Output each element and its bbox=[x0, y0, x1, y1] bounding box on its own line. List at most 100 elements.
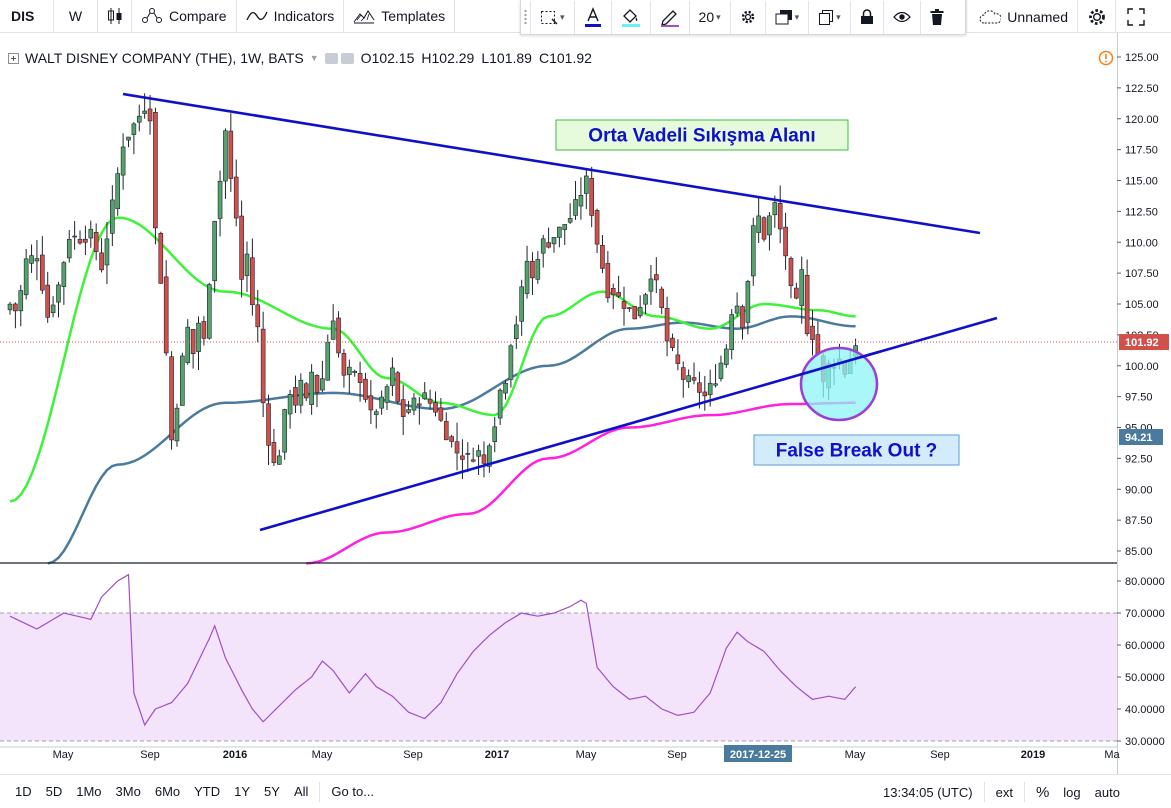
range-6mo-button[interactable]: 6Mo bbox=[148, 775, 187, 808]
chevron-down-icon: ▾ bbox=[716, 11, 721, 22]
hide-button[interactable] bbox=[884, 0, 921, 34]
ma-value-label: 94.21 bbox=[1125, 432, 1153, 444]
divider bbox=[1023, 782, 1025, 802]
candle bbox=[686, 375, 691, 383]
text-color-button[interactable] bbox=[575, 0, 612, 34]
range-1mo-button[interactable]: 1Mo bbox=[69, 775, 108, 808]
indicators-button[interactable]: Indicators bbox=[237, 0, 345, 33]
symbol-search-button[interactable]: DIS bbox=[0, 0, 54, 33]
ext-toggle[interactable]: ext bbox=[989, 775, 1020, 808]
candle bbox=[670, 337, 675, 348]
candle bbox=[589, 178, 594, 216]
compare-label: Compare bbox=[169, 8, 227, 24]
candle bbox=[153, 112, 158, 229]
lower-annotation-box[interactable]: False Break Out ? bbox=[753, 434, 960, 466]
candle bbox=[567, 218, 573, 223]
candle bbox=[433, 402, 438, 413]
templates-button[interactable]: Templates bbox=[344, 0, 456, 33]
candle bbox=[61, 262, 67, 287]
candle bbox=[287, 394, 293, 415]
range-buttons: 1D 5D 1Mo 3Mo 6Mo YTD 1Y 5Y All Go to... bbox=[0, 775, 381, 808]
templates-label: Templates bbox=[381, 8, 446, 24]
chart-style-button[interactable] bbox=[98, 0, 132, 33]
candle bbox=[799, 269, 805, 306]
rsi-tick-label: 70.0000 bbox=[1125, 608, 1165, 620]
layers-icon bbox=[775, 10, 792, 25]
candles-icon bbox=[108, 8, 122, 24]
templates-icon bbox=[353, 10, 375, 24]
toolbar-drag-handle[interactable] bbox=[521, 0, 531, 34]
fullscreen-button[interactable] bbox=[1116, 0, 1156, 33]
clock[interactable]: 13:34:05 (UTC) bbox=[876, 775, 980, 808]
legend-collapse-toggle[interactable] bbox=[8, 52, 19, 64]
candle bbox=[18, 290, 24, 312]
price-tick-label: 90.00 bbox=[1125, 484, 1153, 496]
line-width-button[interactable]: 20 ▾ bbox=[690, 0, 731, 34]
layout-name-label: Unnamed bbox=[1007, 8, 1068, 25]
close-key: C bbox=[538, 50, 550, 66]
price-tick-label: 125.00 bbox=[1125, 52, 1159, 64]
trendline-upper[interactable] bbox=[122, 92, 981, 235]
upper-annotation-box[interactable]: Orta Vadeli Sıkışma Alanı bbox=[555, 119, 849, 151]
auto-toggle[interactable]: auto bbox=[1088, 775, 1127, 808]
candle bbox=[691, 377, 697, 381]
candle bbox=[50, 304, 56, 314]
candle bbox=[357, 373, 363, 383]
chart-legend: WALT DISNEY COMPANY (THE), 1W, BATS ▼ O1… bbox=[8, 50, 599, 66]
open-key: O bbox=[360, 50, 372, 66]
ellipse-drawing[interactable] bbox=[799, 346, 879, 422]
candle bbox=[276, 455, 282, 465]
symbol-label: DIS bbox=[11, 8, 35, 24]
chart-canvas[interactable]: Orta Vadeli Sıkışma Alanı False Break Out… bbox=[0, 33, 1171, 774]
candle bbox=[476, 450, 481, 457]
range-5d-button[interactable]: 5D bbox=[39, 775, 70, 808]
delete-button[interactable] bbox=[921, 1, 953, 34]
candle bbox=[212, 221, 217, 282]
clone-button[interactable]: ▾ bbox=[809, 0, 851, 34]
chart-settings-button[interactable] bbox=[1078, 0, 1116, 33]
log-toggle[interactable]: log bbox=[1056, 775, 1087, 808]
settings-button[interactable] bbox=[731, 0, 766, 34]
candle bbox=[88, 228, 94, 239]
range-1d-button[interactable]: 1D bbox=[8, 775, 39, 808]
candle bbox=[255, 304, 261, 328]
clone-icon bbox=[819, 10, 834, 25]
range-1y-button[interactable]: 1Y bbox=[227, 775, 257, 808]
selection-tool-button[interactable]: ▾ bbox=[531, 0, 575, 34]
candle bbox=[120, 146, 126, 176]
percent-toggle[interactable]: % bbox=[1029, 775, 1056, 808]
rsi-tick-label: 40.0000 bbox=[1125, 704, 1165, 716]
visual-order-button[interactable]: ▾ bbox=[766, 0, 810, 34]
price-tick-label: 105.00 bbox=[1125, 299, 1159, 311]
candle bbox=[180, 355, 185, 406]
visibility-icon[interactable] bbox=[324, 52, 338, 64]
time-tick-label: May bbox=[53, 749, 74, 761]
time-tick-label: Ma bbox=[1104, 749, 1120, 761]
candle bbox=[594, 210, 600, 245]
trendline-lower[interactable] bbox=[259, 316, 998, 532]
candle bbox=[282, 409, 287, 453]
candle bbox=[330, 320, 336, 340]
chevron-down-icon[interactable]: ▼ bbox=[310, 53, 319, 63]
range-ytd-button[interactable]: YTD bbox=[187, 775, 227, 808]
fill-color-button[interactable] bbox=[612, 0, 651, 34]
chevron-down-icon: ▾ bbox=[836, 11, 841, 22]
candle bbox=[34, 258, 40, 262]
candle bbox=[228, 130, 234, 179]
candle bbox=[605, 263, 611, 299]
compare-button[interactable]: Compare bbox=[132, 0, 237, 33]
candle bbox=[702, 391, 708, 397]
toolbar-right: Unnamed bbox=[966, 0, 1156, 33]
settings-icon[interactable] bbox=[340, 52, 354, 64]
candle bbox=[325, 341, 331, 381]
range-all-button[interactable]: All bbox=[287, 775, 315, 808]
line-color-button[interactable] bbox=[651, 0, 690, 34]
layout-name-button[interactable]: Unnamed bbox=[966, 0, 1078, 33]
range-3mo-button[interactable]: 3Mo bbox=[109, 775, 148, 808]
interval-button[interactable]: W bbox=[54, 0, 98, 33]
goto-button[interactable]: Go to... bbox=[324, 775, 381, 808]
lock-button[interactable] bbox=[851, 0, 884, 34]
rsi-band bbox=[0, 613, 1117, 741]
range-5y-button[interactable]: 5Y bbox=[257, 775, 287, 808]
gear-icon bbox=[741, 10, 754, 24]
